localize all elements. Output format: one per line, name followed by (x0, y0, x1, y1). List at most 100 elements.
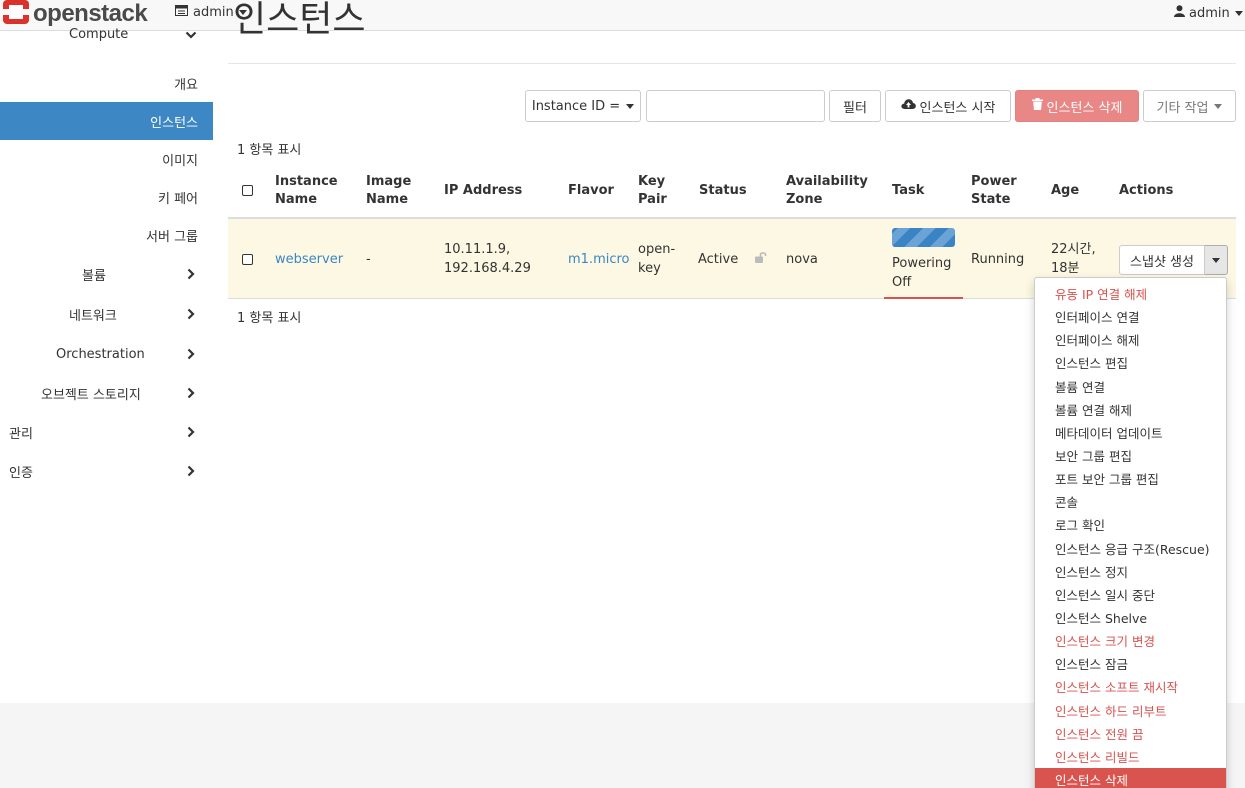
column-status[interactable]: Status (699, 164, 747, 217)
user-dropdown[interactable]: admin (1174, 5, 1243, 21)
sidebar-item-label: Orchestration (56, 346, 145, 362)
sidebar-item-keypairs[interactable]: 키 페어 (0, 178, 213, 216)
sidebar-item-network[interactable]: 네트워크 (0, 294, 213, 334)
top-navbar: openstack admin admin (0, 0, 1245, 31)
sidebar-item-label: 관리 (9, 426, 33, 442)
sidebar-item-server-groups[interactable]: 서버 그룹 (0, 216, 213, 254)
menu-item[interactable]: 인스턴스 일시 중단 (1035, 583, 1226, 606)
menu-item[interactable]: 포트 보안 그룹 편집 (1035, 467, 1226, 490)
user-name: admin (1189, 5, 1230, 21)
filter-input[interactable] (646, 90, 825, 122)
column-age[interactable]: Age (1051, 164, 1079, 217)
availability-zone: nova (786, 251, 818, 267)
chevron-right-icon (185, 387, 197, 399)
sidebar-item-overview[interactable]: 개요 (0, 64, 213, 102)
row-actions-toggle[interactable] (1205, 245, 1228, 275)
menu-item[interactable]: 메타데이터 업데이트 (1035, 421, 1226, 444)
sidebar-item-object-storage[interactable]: 오브젝트 스토리지 (0, 374, 213, 412)
chevron-right-icon (185, 348, 197, 360)
menu-item[interactable]: 인스턴스 하드 리부트 (1035, 699, 1226, 722)
trash-icon (1031, 98, 1047, 114)
openstack-logo-icon (2, 0, 30, 29)
sidebar-item-label: 볼륨 (82, 268, 106, 284)
select-all-checkbox[interactable] (242, 164, 253, 217)
menu-item[interactable]: 인스턴스 잠금 (1035, 652, 1226, 675)
sidebar-item-compute[interactable]: Compute (0, 27, 213, 50)
menu-item[interactable]: 로그 확인 (1035, 513, 1226, 536)
column-ip-address[interactable]: IP Address (444, 164, 522, 217)
launch-instance-button[interactable]: 인스턴스 시작 (885, 90, 1011, 122)
column-key-pair[interactable]: Key Pair (638, 164, 667, 217)
power-state: Running (971, 251, 1025, 267)
task: Powering Off (892, 256, 952, 290)
menu-item[interactable]: 인스턴스 Shelve (1035, 606, 1226, 629)
sidebar: Compute 개요 인스턴스 이미지 키 페어 서버 그룹 볼륨 네트워크 O… (0, 27, 213, 490)
filter-field-select[interactable]: Instance ID = (525, 90, 641, 122)
column-power-state[interactable]: Power State (971, 164, 1017, 217)
menu-item[interactable]: 인스턴스 리빌드 (1035, 745, 1226, 768)
cloud-upload-icon (900, 98, 920, 114)
sidebar-item-instances[interactable]: 인스턴스 (0, 102, 213, 140)
key-pair: open-key (638, 242, 676, 276)
page-title: 인스턴스 (233, 0, 366, 40)
more-actions-button[interactable]: 기타 작업 (1143, 90, 1236, 122)
project-name: admin (193, 5, 234, 20)
sidebar-item-label: 서버 그룹 (146, 229, 198, 245)
delete-instances-button[interactable]: 인스턴스 삭제 (1015, 90, 1139, 122)
item-count-top: 1 항목 표시 (237, 143, 302, 158)
chevron-right-icon (185, 268, 197, 280)
sidebar-item-identity[interactable]: 인증 (0, 452, 213, 490)
column-actions: Actions (1119, 182, 1174, 198)
sidebar-item-orchestration[interactable]: Orchestration (0, 334, 213, 374)
menu-item[interactable]: 인스턴스 전원 끔 (1035, 722, 1226, 745)
column-instance-name[interactable]: Instance Name (275, 164, 338, 217)
flavor-link[interactable]: m1.micro (568, 219, 630, 299)
image-name: - (366, 251, 371, 267)
menu-item[interactable]: 인스턴스 삭제 (1035, 767, 1226, 788)
column-image-name[interactable]: Image Name (366, 164, 411, 217)
menu-item[interactable]: 인스턴스 정지 (1035, 560, 1226, 583)
filter-button[interactable]: 필터 (829, 90, 881, 122)
sidebar-item-volumes[interactable]: 볼륨 (0, 254, 213, 294)
user-icon (1174, 5, 1189, 21)
unlock-icon (755, 252, 767, 267)
chevron-down-icon (185, 29, 197, 41)
menu-item[interactable]: 인스턴스 편집 (1035, 351, 1226, 374)
menu-item[interactable]: 콘솔 (1035, 490, 1226, 513)
sidebar-item-label: Compute (69, 27, 129, 42)
sidebar-item-label: 인스턴스 (150, 115, 198, 131)
caret-down-icon (626, 103, 635, 109)
menu-item[interactable]: 유동 IP 연결 해제 (1035, 282, 1226, 305)
menu-item[interactable]: 볼륨 연결 (1035, 375, 1226, 398)
task-indicator-line (884, 297, 963, 299)
brand[interactable]: openstack (2, 0, 148, 29)
menu-item[interactable]: 인스턴스 응급 구조(Rescue) (1035, 537, 1226, 560)
chevron-right-icon (185, 308, 197, 320)
sidebar-item-label: 이미지 (162, 153, 198, 169)
item-count-bottom: 1 항목 표시 (237, 311, 302, 326)
menu-item[interactable]: 인스턴스 소프트 재시작 (1035, 675, 1226, 698)
menu-item[interactable]: 인터페이스 해제 (1035, 328, 1226, 351)
sidebar-item-admin[interactable]: 관리 (0, 412, 213, 452)
menu-item[interactable]: 인스턴스 크기 변경 (1035, 629, 1226, 652)
sidebar-item-label: 개요 (174, 77, 198, 93)
brand-name: openstack (33, 0, 148, 27)
row-actions-split-button: 스냅샷 생성 (1119, 245, 1228, 275)
chevron-right-icon (185, 426, 197, 438)
menu-item[interactable]: 보안 그룹 편집 (1035, 444, 1226, 467)
sidebar-item-images[interactable]: 이미지 (0, 140, 213, 178)
menu-item[interactable]: 볼륨 연결 해제 (1035, 398, 1226, 421)
table-header: Instance Name Image Name IP Address Flavor… (228, 164, 1236, 219)
instance-name-link[interactable]: webserver (275, 219, 343, 299)
sidebar-item-label: 인증 (9, 465, 33, 481)
column-flavor[interactable]: Flavor (568, 164, 614, 217)
column-task[interactable]: Task (892, 164, 924, 217)
caret-down-icon (1212, 257, 1220, 263)
column-availability-zone[interactable]: Availability Zone (786, 164, 868, 217)
ip-address: 10.11.1.9, 192.168.4.29 (444, 242, 531, 276)
menu-item[interactable]: 인터페이스 연결 (1035, 305, 1226, 328)
sidebar-item-label: 키 페어 (157, 191, 198, 207)
sidebar-item-label: 네트워크 (69, 308, 117, 324)
create-snapshot-button[interactable]: 스냅샷 생성 (1119, 245, 1205, 275)
row-checkbox[interactable] (242, 219, 253, 299)
